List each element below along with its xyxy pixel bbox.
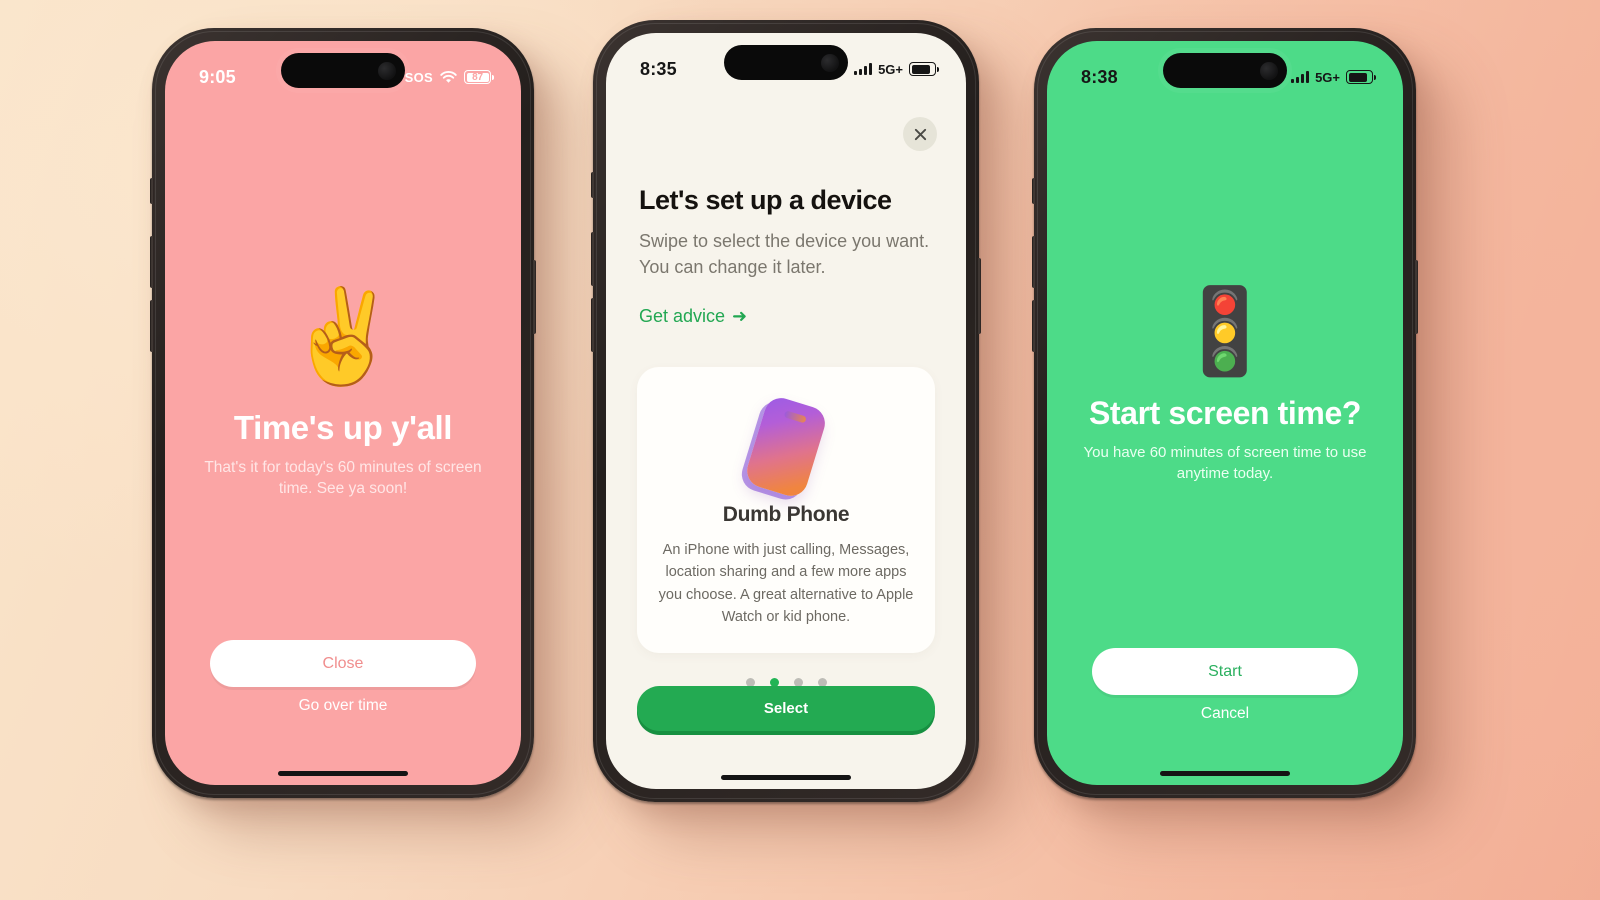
device-card[interactable]: Dumb Phone An iPhone with just calling, … [637, 367, 935, 653]
page-subtitle: That's it for today's 60 minutes of scre… [204, 459, 482, 498]
wifi-icon [440, 71, 457, 83]
sos-indicator: SOS [404, 69, 433, 85]
status-time: 8:35 [640, 58, 677, 79]
battery-icon [909, 62, 939, 76]
silent-switch[interactable] [591, 172, 595, 198]
page-title: Let's set up a device [639, 185, 892, 215]
victory-hand-emoji: ✌️ [285, 283, 401, 390]
front-camera-icon [821, 53, 839, 72]
page-title: Start screen time? [1088, 395, 1362, 431]
status-indicators: 5G+ [1291, 69, 1376, 85]
get-advice-label: Get advice [639, 306, 726, 326]
volume-down-button[interactable] [150, 300, 154, 352]
status-time: 9:05 [199, 66, 236, 87]
dynamic-island [724, 45, 848, 80]
page-subtitle: You have 60 minutes of screen time to us… [1083, 444, 1367, 482]
silent-switch[interactable] [150, 178, 154, 204]
volume-down-button[interactable] [1032, 300, 1036, 352]
phone-device-2: 8:35 5G+ Let's set up a device Swipe to … [591, 20, 981, 802]
volume-up-button[interactable] [591, 232, 595, 286]
close-icon-button[interactable] [903, 117, 937, 151]
close-icon [914, 128, 926, 140]
volume-up-button[interactable] [1032, 236, 1036, 288]
set-up-device-content: Let's set up a device Swipe to select th… [606, 33, 966, 789]
phone-device-3: 8:38 5G+ 🚦 Start screen time? You have 6… [1032, 28, 1418, 798]
battery-percent: 87 [472, 71, 483, 83]
go-over-time-link[interactable]: Go over time [299, 697, 388, 715]
power-button[interactable] [532, 260, 536, 334]
home-indicator[interactable] [721, 775, 851, 780]
battery-icon [1346, 70, 1376, 84]
power-button[interactable] [1414, 260, 1418, 334]
start-screen-time-actions: Start Cancel [1047, 648, 1403, 723]
times-up-actions: Close Go over time [165, 640, 521, 715]
select-button[interactable]: Select [637, 686, 935, 731]
screen-set-up-device: 8:35 5G+ Let's set up a device Swipe to … [606, 33, 966, 789]
network-type-label: 5G+ [1315, 69, 1340, 85]
cellular-signal-icon [854, 63, 873, 75]
cancel-link[interactable]: Cancel [1201, 705, 1249, 723]
volume-up-button[interactable] [150, 236, 154, 288]
status-indicators: SOS 87 [404, 69, 494, 85]
page-subtitle: Swipe to select the device you want. You… [639, 231, 930, 277]
phone-mockup-stage: 9:05 SOS 87 ✌️ Time's up y'all That's it… [0, 0, 1600, 900]
arrow-right-icon: ➜ [732, 306, 748, 326]
screen-start-screen-time: 8:38 5G+ 🚦 Start screen time? You have 6… [1047, 41, 1403, 785]
device-description: An iPhone with just calling, Messages, l… [658, 542, 914, 626]
status-indicators: 5G+ [854, 61, 939, 77]
front-camera-icon [1260, 61, 1278, 80]
dynamic-island [1163, 53, 1287, 88]
dynamic-island [281, 53, 405, 88]
silent-switch[interactable] [1032, 178, 1036, 204]
volume-down-button[interactable] [591, 298, 595, 352]
status-time: 8:38 [1081, 66, 1118, 87]
phone-device-1: 9:05 SOS 87 ✌️ Time's up y'all That's it… [150, 28, 536, 798]
get-advice-link[interactable]: Get advice ➜ [639, 306, 747, 327]
page-title: Time's up y'all [233, 409, 453, 446]
device-name: Dumb Phone [722, 503, 850, 526]
dumb-phone-icon [657, 393, 915, 501]
screen-times-up: 9:05 SOS 87 ✌️ Time's up y'all That's it… [165, 41, 521, 785]
cellular-signal-icon [1291, 71, 1310, 83]
front-camera-icon [378, 61, 396, 80]
network-type-label: 5G+ [878, 61, 903, 77]
close-button[interactable]: Close [210, 640, 476, 687]
start-button[interactable]: Start [1092, 648, 1358, 695]
home-indicator[interactable] [278, 771, 408, 776]
home-indicator[interactable] [1160, 771, 1290, 776]
traffic-light-emoji: 🚦 [1172, 282, 1278, 380]
power-button[interactable] [977, 258, 981, 334]
battery-icon: 87 [464, 70, 494, 84]
